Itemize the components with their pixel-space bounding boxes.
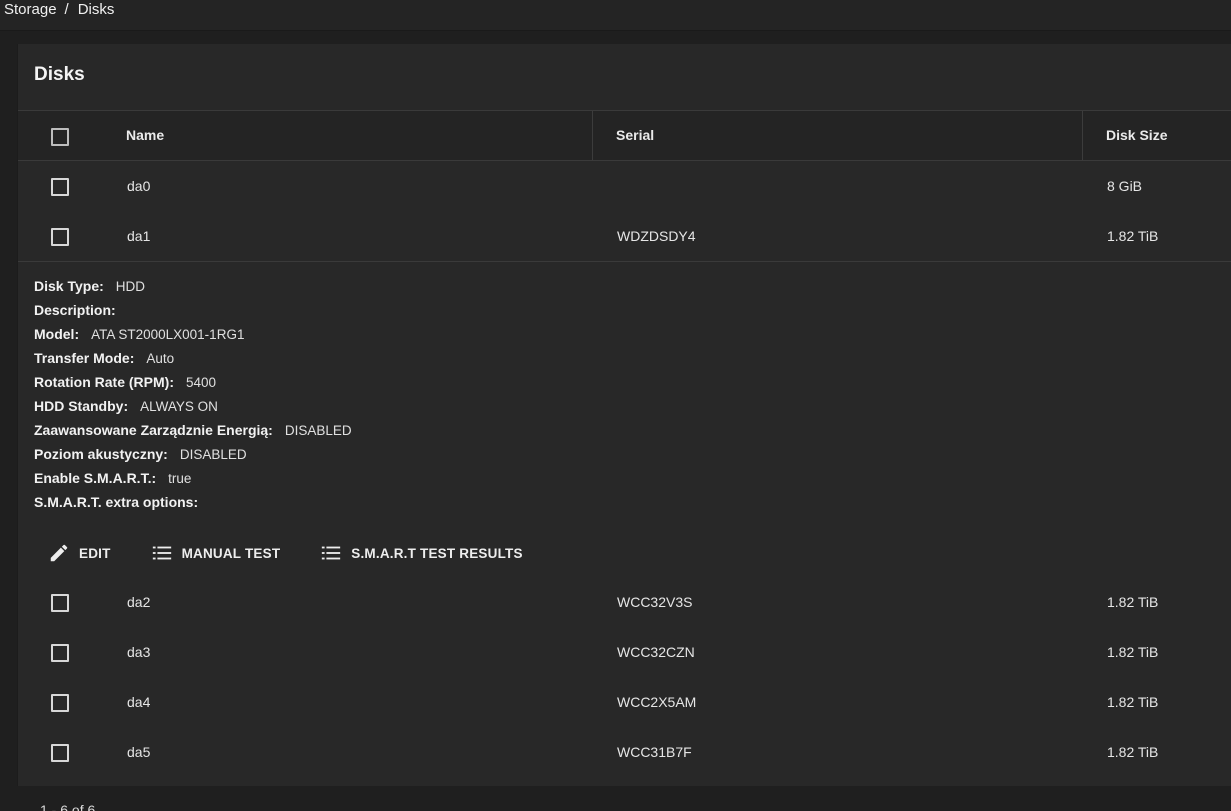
- disk-name: da3: [127, 644, 151, 660]
- disk-size: 8 GiB: [1107, 178, 1143, 194]
- disk-actions: EDIT MANUAL TEST S.M.A.R.T TEST RESULTS: [48, 539, 563, 567]
- disk-name: da5: [127, 744, 151, 760]
- detail-enable-smart: Enable S.M.A.R.T.: true: [34, 466, 352, 490]
- edit-button[interactable]: EDIT: [48, 542, 111, 564]
- disk-serial: WDZDSDY4: [617, 228, 696, 244]
- detail-value: DISABLED: [179, 447, 247, 462]
- breadcrumb: Storage / Disks: [4, 0, 114, 20]
- table-row[interactable]: da3 WCC32CZN 1.82 TiB: [18, 627, 1231, 677]
- row-checkbox[interactable]: [51, 178, 69, 196]
- detail-value: 5400: [186, 375, 217, 390]
- row-checkbox[interactable]: [51, 644, 69, 662]
- detail-hdd-standby: HDD Standby: ALWAYS ON: [34, 394, 352, 418]
- row-checkbox[interactable]: [51, 694, 69, 712]
- detail-value: Auto: [146, 351, 175, 366]
- disk-name: da0: [127, 178, 151, 194]
- detail-transfer-mode: Transfer Mode: Auto: [34, 346, 352, 370]
- row-checkbox[interactable]: [51, 594, 69, 612]
- table-row[interactable]: da0 8 GiB: [18, 161, 1231, 211]
- disks-card: Disks Name Serial Disk Size da0 8 GiB da…: [17, 44, 1231, 786]
- list-icon: [322, 546, 341, 560]
- card-title: Disks: [34, 64, 85, 85]
- table-row[interactable]: da5 WCC31B7F 1.82 TiB: [18, 727, 1231, 777]
- disk-size: 1.82 TiB: [1107, 694, 1159, 710]
- disk-serial: WCC2X5AM: [617, 694, 697, 710]
- detail-label: Description:: [34, 302, 116, 318]
- select-all-checkbox[interactable]: [51, 128, 69, 146]
- detail-value: true: [168, 471, 192, 486]
- disk-size: 1.82 TiB: [1107, 744, 1159, 760]
- detail-smart-extra-options: S.M.A.R.T. extra options:: [34, 490, 352, 514]
- row-checkbox[interactable]: [51, 744, 69, 762]
- disk-serial: WCC32CZN: [617, 644, 695, 660]
- detail-label: Zaawansowane Zarządznie Energią:: [34, 422, 273, 438]
- detail-label: Model:: [34, 326, 80, 342]
- detail-description: Description:: [34, 298, 352, 322]
- detail-power-management: Zaawansowane Zarządznie Energią: DISABLED: [34, 418, 352, 442]
- top-band: [0, 0, 1231, 31]
- column-resize-handle[interactable]: [1082, 111, 1083, 160]
- detail-label: S.M.A.R.T. extra options:: [34, 494, 199, 510]
- disk-name: da1: [127, 228, 151, 244]
- paginator-range: 1 - 6 of 6: [40, 802, 96, 811]
- table-row[interactable]: da1 WDZDSDY4 1.82 TiB: [18, 211, 1231, 262]
- detail-acoustic-level: Poziom akustyczny: DISABLED: [34, 442, 352, 466]
- disk-size: 1.82 TiB: [1107, 644, 1159, 660]
- detail-label: Rotation Rate (RPM):: [34, 374, 174, 390]
- column-resize-handle[interactable]: [592, 111, 593, 160]
- smart-test-results-button-label: S.M.A.R.T TEST RESULTS: [351, 545, 523, 561]
- disk-serial: WCC31B7F: [617, 744, 692, 760]
- breadcrumb-separator: /: [64, 1, 69, 18]
- detail-model: Model: ATA ST2000LX001-1RG1: [34, 322, 352, 346]
- detail-value: ALWAYS ON: [140, 399, 218, 414]
- column-header-serial[interactable]: Serial: [616, 111, 654, 160]
- detail-disk-type: Disk Type: HDD: [34, 274, 352, 298]
- manual-test-button-label: MANUAL TEST: [181, 545, 281, 561]
- disks-page: Storage / Disks Disks Name Serial Disk S…: [0, 0, 1231, 811]
- table-row[interactable]: da2 WCC32V3S 1.82 TiB: [18, 577, 1231, 627]
- table-header: Name Serial Disk Size: [18, 111, 1231, 161]
- detail-label: Transfer Mode:: [34, 350, 135, 366]
- detail-label: Enable S.M.A.R.T.:: [34, 470, 157, 486]
- disk-details-panel: Disk Type: HDD Description: Model: ATA ST2…: [34, 274, 352, 514]
- disk-size: 1.82 TiB: [1107, 594, 1159, 610]
- disk-serial: WCC32V3S: [617, 594, 693, 610]
- detail-label: HDD Standby:: [34, 398, 129, 414]
- manual-test-button[interactable]: MANUAL TEST: [151, 542, 281, 564]
- list-icon: [152, 546, 171, 560]
- detail-value: DISABLED: [284, 423, 352, 438]
- table-row[interactable]: da4 WCC2X5AM 1.82 TiB: [18, 677, 1231, 727]
- disk-size: 1.82 TiB: [1107, 228, 1159, 244]
- detail-label: Poziom akustyczny:: [34, 446, 168, 462]
- detail-value: ATA ST2000LX001-1RG1: [91, 327, 245, 342]
- edit-button-label: EDIT: [79, 545, 111, 561]
- pencil-icon: [50, 544, 68, 562]
- disk-name: da2: [127, 594, 151, 610]
- row-checkbox[interactable]: [51, 228, 69, 246]
- column-header-name[interactable]: Name: [126, 111, 164, 160]
- detail-value: HDD: [115, 279, 146, 294]
- detail-rotation-rate: Rotation Rate (RPM): 5400: [34, 370, 352, 394]
- detail-label: Disk Type:: [34, 278, 104, 294]
- smart-test-results-button[interactable]: S.M.A.R.T TEST RESULTS: [320, 542, 522, 564]
- disk-name: da4: [127, 694, 151, 710]
- column-header-disk-size[interactable]: Disk Size: [1106, 111, 1167, 160]
- breadcrumb-disks: Disks: [77, 1, 115, 18]
- breadcrumb-storage[interactable]: Storage: [4, 0, 57, 20]
